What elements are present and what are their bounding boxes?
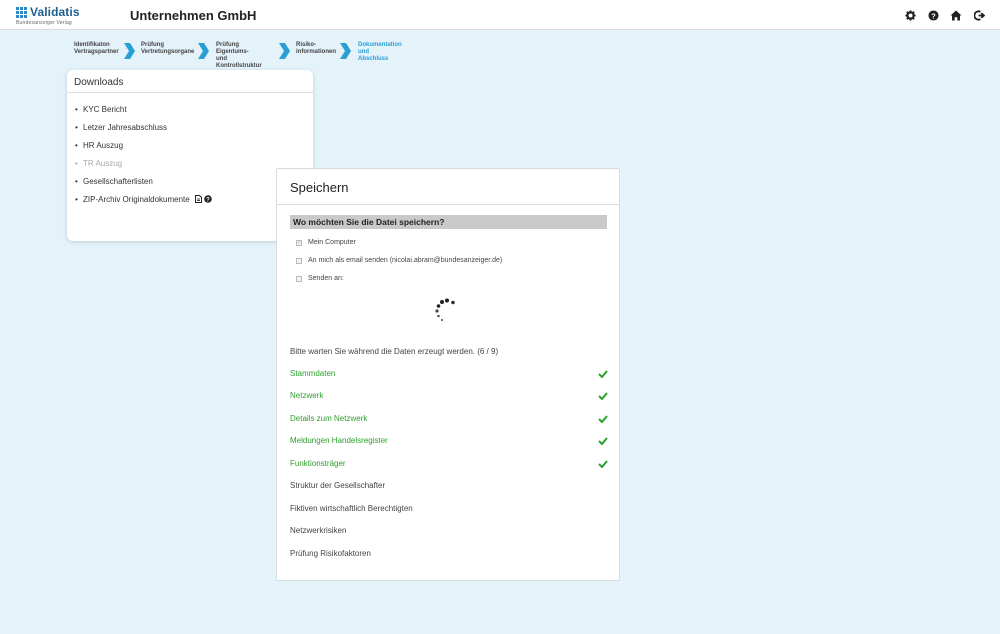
home-icon[interactable] xyxy=(949,8,963,22)
option-email-senden[interactable]: An mich als email senden (nicolai.abram@… xyxy=(296,257,502,264)
option-senden-an[interactable]: Senden an: xyxy=(296,275,344,282)
step-risikoinformationen[interactable]: Risiko-informationen xyxy=(296,42,336,56)
download-item-kyc-bericht[interactable]: • KYC Bericht xyxy=(75,105,313,123)
checkbox[interactable] xyxy=(296,275,302,282)
help-icon[interactable]: ? xyxy=(926,8,940,22)
task-item: Stammdaten xyxy=(290,369,608,378)
logo-dots-icon xyxy=(16,6,27,18)
document-icon[interactable] xyxy=(194,195,202,203)
task-item: Prüfung Risikofaktoren xyxy=(290,549,371,558)
task-item: Netzwerkrisiken xyxy=(290,526,347,535)
step-pruefung-vertretungsorgane[interactable]: Prüfung Vertretungsorgane xyxy=(141,42,194,56)
validatis-logo[interactable]: Validatis Bundesanzeiger Verlag xyxy=(16,5,80,26)
svg-text:?: ? xyxy=(931,11,936,20)
step-arrow-icon xyxy=(340,43,351,59)
checkmark-icon xyxy=(598,459,608,468)
svg-text:?: ? xyxy=(206,197,210,203)
task-item: Netzwerk xyxy=(290,391,608,400)
download-item-hr-auszug[interactable]: • HR Auszug xyxy=(75,141,313,159)
checkmark-icon xyxy=(598,436,608,445)
step-arrow-icon xyxy=(279,43,290,59)
checkmark-icon xyxy=(598,369,608,378)
step-dokumentation-abschluss[interactable]: Dokumentation und Abschluss xyxy=(358,42,402,63)
task-item: Funktionsträger xyxy=(290,459,608,468)
checkbox-checked[interactable]: ✓ xyxy=(296,239,302,246)
task-item: Fiktiven wirtschaftlich Berechtigten xyxy=(290,504,413,513)
download-item-jahresabschluss[interactable]: • Letzer Jahresabschluss xyxy=(75,123,313,141)
save-location-question: Wo möchten Sie die Datei speichern? xyxy=(290,215,607,229)
checkmark-icon xyxy=(598,391,608,400)
loading-spinner-icon xyxy=(435,298,455,322)
step-identifikation[interactable]: Identifikaton Vertragspartner xyxy=(74,42,119,56)
logo-text: Validatis xyxy=(30,5,80,19)
top-bar: Validatis Bundesanzeiger Verlag Unterneh… xyxy=(0,0,1000,30)
task-item: Struktur der Gesellschafter xyxy=(290,481,386,490)
dialog-title: Speichern xyxy=(277,169,619,205)
logo-subtext: Bundesanzeiger Verlag xyxy=(16,20,72,26)
downloads-title: Downloads xyxy=(67,70,313,93)
progress-status-text: Bitte warten Sie während die Daten erzeu… xyxy=(290,347,499,356)
gear-icon[interactable] xyxy=(903,8,917,22)
step-arrow-icon xyxy=(198,43,209,59)
logout-icon[interactable] xyxy=(972,8,986,22)
checkmark-icon xyxy=(598,414,608,423)
task-item: Meldungen Handelsregister xyxy=(290,436,608,445)
step-pruefung-eigentumsstruktur[interactable]: Prüfung Eigentums-und Kontrollstruktur xyxy=(216,42,262,70)
task-item: Details zum Netzwerk xyxy=(290,414,608,423)
step-arrow-icon xyxy=(124,43,135,59)
help-icon[interactable]: ? xyxy=(203,195,212,203)
company-name: Unternehmen GmbH xyxy=(130,8,257,23)
save-dialog: Speichern Wo möchten Sie die Datei speic… xyxy=(276,168,620,581)
option-mein-computer[interactable]: ✓ Mein Computer xyxy=(296,239,356,246)
checkbox[interactable] xyxy=(296,257,302,264)
